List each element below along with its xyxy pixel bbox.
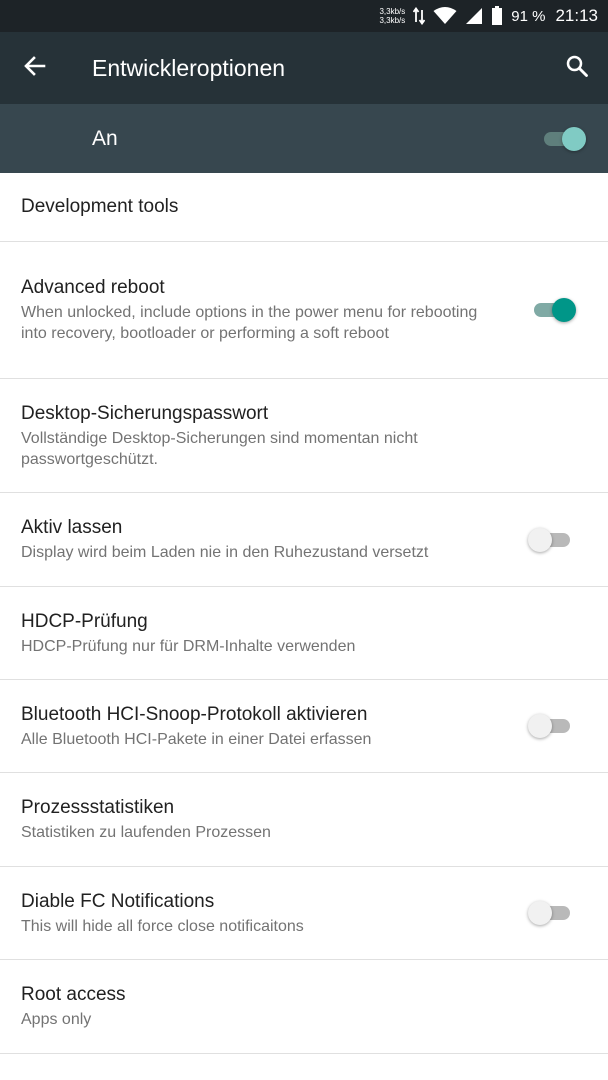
toggle-thumb [562,126,586,151]
stay-awake-toggle[interactable] [528,525,578,555]
setting-process-stats[interactable]: Prozessstatistiken Statistiken zu laufen… [0,773,608,867]
setting-summary: Apps only [21,1011,92,1028]
clock: 21:13 [555,6,598,25]
setting-title: Bluetooth HCI-Snoop-Protokoll aktivieren [21,703,368,725]
setting-title: Desktop-Sicherungspasswort [21,402,269,424]
setting-summary: Alle Bluetooth HCI-Pakete in einer Datei… [21,730,372,748]
setting-text: Desktop-Sicherungspasswort Vollständige … [21,402,578,470]
master-toggle[interactable] [538,124,588,154]
cell-signal-icon [465,7,483,25]
setting-text: HDCP-Prüfung HDCP-Prüfung nur für DRM-In… [21,610,578,657]
setting-title: Aktiv lassen [21,517,123,538]
network-download-speed: 3,3kb/s [379,16,406,25]
search-button[interactable] [546,32,608,104]
setting-summary: Vollständige Desktop-Sicherungen sind mo… [21,429,418,468]
setting-text: Diable FC Notifications This will hide a… [21,890,528,937]
setting-title: HDCP-Prüfung [21,610,148,632]
search-icon [565,54,589,83]
setting-text: Bluetooth HCI-Snoop-Protokoll aktivieren… [21,703,528,750]
wifi-icon [433,7,457,25]
network-speed: 3,3kb/s 3,3kb/s [379,7,405,25]
back-button[interactable] [0,32,70,104]
setting-summary: HDCP-Prüfung nur für DRM-Inhalte verwend… [21,637,356,655]
network-upload-speed: 3,3kb/s [379,7,406,16]
setting-text: Advanced reboot When unlocked, include o… [21,276,528,344]
status-bar: 3,3kb/s 3,3kb/s 91 % 21:13 [0,0,608,32]
setting-disable-fc-notifications[interactable]: Diable FC Notifications This will hide a… [0,867,608,960]
setting-summary: Display wird beim Laden nie in den Ruhez… [21,544,429,561]
setting-text: Prozessstatistiken Statistiken zu laufen… [21,796,578,843]
toggle-thumb [552,298,576,322]
setting-advanced-reboot[interactable]: Advanced reboot When unlocked, include o… [0,242,608,379]
toggle-thumb [528,527,552,552]
battery-icon [491,6,503,26]
setting-title: Advanced reboot [21,277,165,298]
data-transfer-icon [413,7,426,25]
setting-title: Diable FC Notifications [21,890,215,912]
setting-title: Root access [21,984,126,1005]
settings-list: Development tools Advanced reboot When u… [0,173,608,1054]
advanced-reboot-toggle[interactable] [528,295,578,325]
setting-summary: Statistiken zu laufenden Prozessen [21,824,271,841]
bluetooth-hci-snoop-toggle[interactable] [528,711,578,741]
setting-root-access[interactable]: Root access Apps only [0,960,608,1054]
arrow-back-icon [23,54,47,83]
setting-stay-awake[interactable]: Aktiv lassen Display wird beim Laden nie… [0,493,608,587]
master-switch-label: An [92,126,118,150]
master-switch-bar[interactable]: An [0,104,608,173]
setting-title: Prozessstatistiken [21,797,175,818]
setting-hdcp-check[interactable]: HDCP-Prüfung HDCP-Prüfung nur für DRM-In… [0,587,608,680]
setting-summary: When unlocked, include options in the po… [21,304,478,342]
app-bar: Entwickleroptionen [0,32,608,104]
toggle-thumb [528,714,552,738]
page-title: Entwickleroptionen [92,54,286,81]
setting-summary: This will hide all force close notificai… [21,917,304,935]
fc-notifications-toggle[interactable] [528,898,578,928]
setting-bluetooth-hci-snoop[interactable]: Bluetooth HCI-Snoop-Protokoll aktivieren… [0,680,608,773]
toggle-thumb [528,901,552,925]
category-header: Development tools [0,173,608,242]
battery-percentage: 91 % [511,7,546,25]
setting-text: Aktiv lassen Display wird beim Laden nie… [21,516,528,563]
setting-text: Root access Apps only [21,983,578,1030]
setting-desktop-backup-password[interactable]: Desktop-Sicherungspasswort Vollständige … [0,379,608,493]
